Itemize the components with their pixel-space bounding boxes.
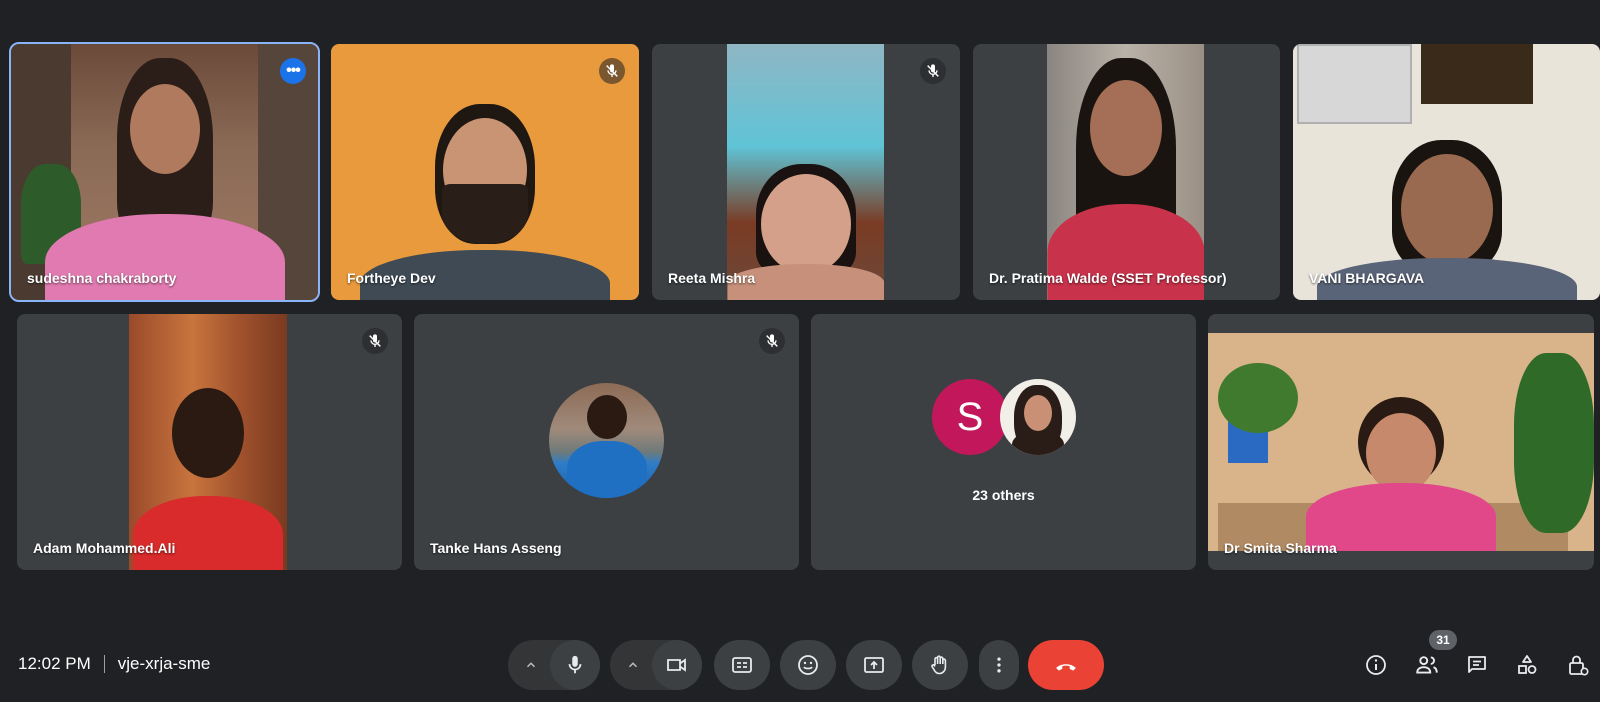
more-vert-icon bbox=[997, 657, 1001, 673]
mic-off-icon bbox=[759, 328, 785, 354]
audio-settings-chevron[interactable] bbox=[511, 640, 551, 690]
participant-video bbox=[727, 44, 884, 300]
others-avatar-photo bbox=[1000, 379, 1076, 455]
participant-tile[interactable]: Dr. Pratima Walde (SSET Professor) bbox=[973, 44, 1280, 300]
others-avatar-s: S bbox=[932, 379, 1008, 455]
divider bbox=[103, 655, 105, 673]
participant-video bbox=[1208, 333, 1594, 551]
activities-button[interactable] bbox=[1510, 648, 1544, 682]
meeting-info: 12:02 PM vje-xrja-sme bbox=[18, 654, 210, 674]
others-tile[interactable]: S 23 others bbox=[811, 314, 1196, 570]
camera-button[interactable] bbox=[652, 640, 702, 690]
activities-icon bbox=[1518, 655, 1537, 674]
participant-video bbox=[129, 314, 287, 570]
raise-hand-button[interactable] bbox=[912, 640, 968, 690]
participant-video bbox=[1293, 44, 1600, 300]
participant-name: Dr Smita Sharma bbox=[1224, 540, 1337, 556]
emoji-button[interactable] bbox=[780, 640, 836, 690]
people-icon bbox=[1416, 656, 1438, 674]
participant-tile[interactable]: VANI BHARGAVA bbox=[1293, 44, 1600, 300]
participant-name: Fortheye Dev bbox=[347, 270, 436, 286]
mic-off-icon bbox=[362, 328, 388, 354]
videocam-icon bbox=[667, 658, 686, 672]
participant-name: Tanke Hans Asseng bbox=[430, 540, 562, 556]
meeting-code: vje-xrja-sme bbox=[117, 654, 211, 673]
participant-name: sudeshna chakraborty bbox=[27, 270, 177, 286]
participant-tile[interactable]: Tanke Hans Asseng bbox=[414, 314, 799, 570]
end-call-icon bbox=[1056, 664, 1076, 671]
present-screen-icon bbox=[864, 657, 884, 673]
captions-button[interactable] bbox=[714, 640, 770, 690]
chat-button[interactable] bbox=[1460, 648, 1494, 682]
mic-button[interactable] bbox=[550, 640, 600, 690]
people-button[interactable] bbox=[1410, 648, 1444, 682]
mic-off-icon bbox=[920, 58, 946, 84]
others-count: 23 others bbox=[972, 487, 1035, 503]
chevron-up-icon bbox=[526, 662, 536, 668]
chat-icon bbox=[1468, 656, 1486, 673]
participant-tile[interactable]: Reeta Mishra bbox=[652, 44, 960, 300]
participant-name: Reeta Mishra bbox=[668, 270, 756, 286]
participant-name: Adam Mohammed.Ali bbox=[33, 540, 176, 556]
participant-tile[interactable]: Dr Smita Sharma bbox=[1208, 314, 1594, 570]
meeting-details-button[interactable] bbox=[1359, 648, 1393, 682]
participant-avatar bbox=[549, 383, 664, 498]
more-options-icon[interactable]: ••• bbox=[280, 58, 306, 84]
avatar-initial: S bbox=[956, 394, 984, 439]
participant-tile[interactable]: ••• sudeshna chakraborty bbox=[9, 42, 320, 302]
video-settings-chevron[interactable] bbox=[613, 640, 653, 690]
participant-name: Dr. Pratima Walde (SSET Professor) bbox=[989, 270, 1227, 286]
emoji-icon bbox=[798, 655, 818, 675]
closed-captions-icon bbox=[732, 657, 752, 673]
participant-video bbox=[1047, 44, 1204, 300]
participant-count-badge: 31 bbox=[1429, 630, 1457, 650]
participant-video bbox=[11, 44, 318, 300]
present-button[interactable] bbox=[846, 640, 902, 690]
end-call-button[interactable] bbox=[1028, 640, 1104, 690]
info-icon bbox=[1366, 655, 1386, 675]
mic-icon bbox=[568, 655, 582, 674]
mic-off-icon bbox=[599, 58, 625, 84]
chevron-up-icon bbox=[628, 662, 638, 668]
host-controls-button[interactable] bbox=[1561, 648, 1595, 682]
raise-hand-icon bbox=[931, 655, 947, 675]
host-controls-icon bbox=[1569, 655, 1589, 676]
meeting-time: 12:02 PM bbox=[18, 654, 91, 673]
participant-tile[interactable]: Adam Mohammed.Ali bbox=[17, 314, 402, 570]
more-options-button[interactable] bbox=[979, 640, 1019, 690]
participant-video bbox=[331, 44, 639, 300]
participant-tile[interactable]: Fortheye Dev bbox=[331, 44, 639, 300]
participant-name: VANI BHARGAVA bbox=[1309, 270, 1425, 286]
